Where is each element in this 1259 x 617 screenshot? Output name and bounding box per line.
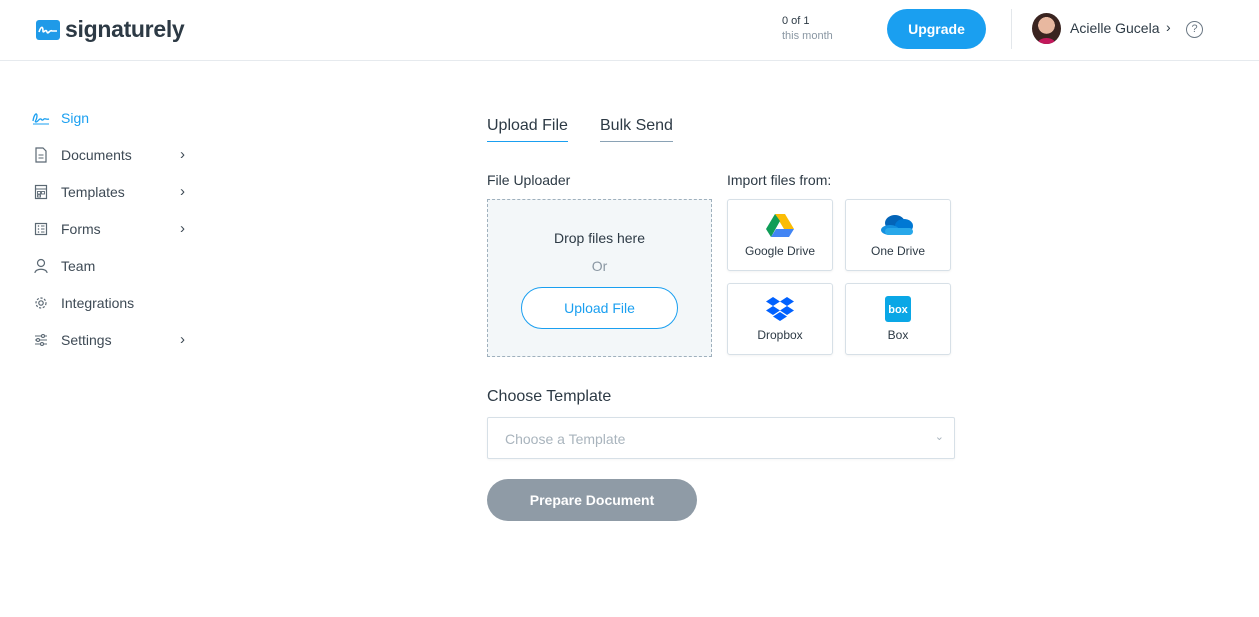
- upload-file-button[interactable]: Upload File: [521, 287, 678, 329]
- sidebar-item-forms[interactable]: Forms ›: [32, 214, 202, 244]
- chevron-right-icon[interactable]: ›: [180, 220, 185, 237]
- prepare-document-button[interactable]: Prepare Document: [487, 479, 697, 521]
- chevron-right-icon[interactable]: ›: [180, 146, 185, 163]
- user-name[interactable]: Acielle Gucela: [1070, 20, 1160, 36]
- card-label: One Drive: [870, 244, 926, 258]
- sidebar-item-sign[interactable]: Sign: [32, 103, 202, 133]
- chevron-right-icon[interactable]: ›: [180, 331, 185, 348]
- upgrade-button[interactable]: Upgrade: [887, 9, 986, 49]
- chevron-right-icon[interactable]: ›: [1166, 19, 1171, 35]
- import-dropbox[interactable]: Dropbox: [727, 283, 833, 355]
- logo-text: signaturely: [65, 16, 185, 42]
- box-icon: box: [846, 296, 950, 322]
- header-divider: [1011, 9, 1012, 49]
- import-files-label: Import files from:: [727, 172, 832, 188]
- svg-text:box: box: [888, 304, 908, 316]
- chevron-down-icon[interactable]: ⌄: [935, 430, 944, 443]
- drop-files-text: Drop files here: [553, 230, 646, 246]
- sidebar-item-integrations[interactable]: Integrations: [32, 288, 202, 318]
- signature-icon: [32, 109, 50, 127]
- import-google-drive[interactable]: Google Drive: [727, 199, 833, 271]
- file-dropzone[interactable]: Drop files here Or Upload File: [487, 199, 712, 357]
- card-label: Box: [887, 328, 909, 342]
- usage-period: this month: [782, 30, 833, 42]
- form-icon: [32, 220, 50, 238]
- gear-icon: [32, 294, 50, 312]
- sidebar-item-label: Forms: [61, 221, 101, 237]
- sidebar-item-team[interactable]: Team: [32, 251, 202, 281]
- sidebar-item-label: Sign: [61, 110, 90, 126]
- sliders-icon: [32, 331, 50, 349]
- card-label: Google Drive: [744, 244, 816, 258]
- import-box[interactable]: box Box: [845, 283, 951, 355]
- sidebar-item-settings[interactable]: Settings ›: [32, 325, 202, 355]
- template-select-placeholder: Choose a Template: [505, 431, 626, 447]
- or-separator: Or: [591, 258, 608, 274]
- sidebar-item-label: Templates: [61, 184, 125, 200]
- file-uploader-label: File Uploader: [487, 172, 571, 188]
- template-select[interactable]: Choose a Template ⌄: [487, 417, 955, 459]
- usage-count: 0 of 1: [782, 15, 810, 27]
- logo-mark-icon: [36, 19, 60, 40]
- onedrive-icon: [846, 212, 950, 238]
- dropbox-icon: [728, 296, 832, 322]
- signaturely-logo[interactable]: signaturely: [36, 16, 185, 43]
- chevron-right-icon[interactable]: ›: [180, 183, 185, 200]
- sidebar-item-label: Documents: [61, 147, 132, 163]
- template-icon: [32, 183, 50, 201]
- sidebar-item-label: Integrations: [61, 295, 135, 311]
- top-header: signaturely 0 of 1 this month Upgrade Ac…: [0, 0, 1259, 61]
- choose-template-title: Choose Template: [487, 388, 612, 405]
- sidebar-item-label: Team: [61, 258, 96, 274]
- tab-upload-file[interactable]: Upload File: [487, 117, 568, 142]
- google-drive-icon: [728, 212, 832, 238]
- sidebar-item-documents[interactable]: Documents ›: [32, 140, 202, 170]
- user-icon: [32, 257, 50, 275]
- card-label: Dropbox: [757, 328, 803, 342]
- help-icon[interactable]: ?: [1186, 21, 1203, 38]
- import-one-drive[interactable]: One Drive: [845, 199, 951, 271]
- document-icon: [32, 146, 50, 164]
- tab-bulk-send[interactable]: Bulk Send: [600, 117, 673, 142]
- sidebar-item-label: Settings: [61, 332, 112, 348]
- avatar[interactable]: [1032, 13, 1061, 44]
- sidebar-item-templates[interactable]: Templates ›: [32, 177, 202, 207]
- usage-counter: 0 of 1 this month: [782, 14, 833, 44]
